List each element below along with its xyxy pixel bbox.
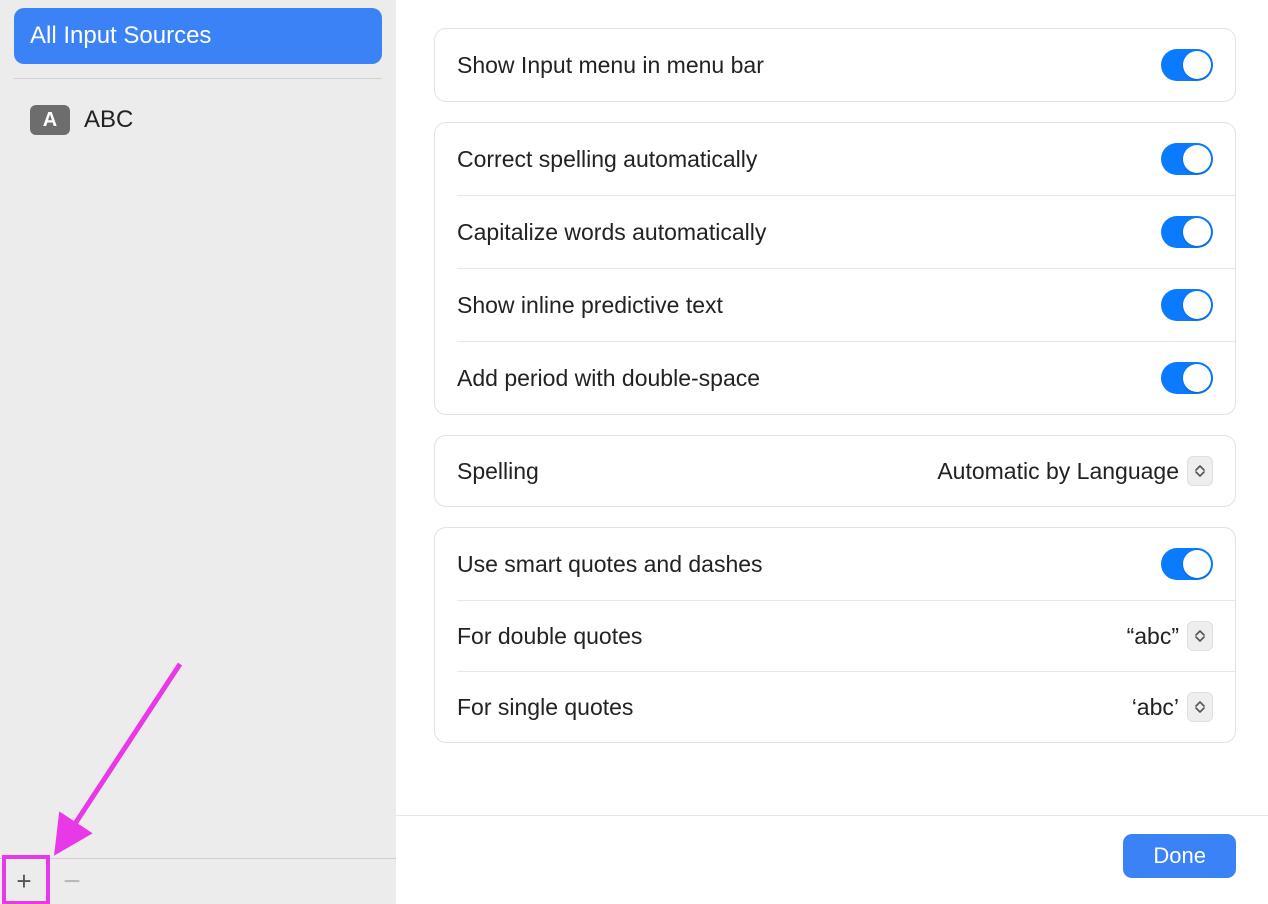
settings-row-label: Spelling	[457, 458, 937, 485]
updown-icon[interactable]	[1187, 456, 1213, 486]
updown-icon[interactable]	[1187, 621, 1213, 651]
settings-row-label: For double quotes	[457, 623, 1127, 650]
select-value: “abc”	[1127, 623, 1179, 650]
settings-group: Show Input menu in menu bar	[434, 28, 1236, 102]
settings-group: SpellingAutomatic by Language	[434, 435, 1236, 507]
toggle-switch[interactable]	[1161, 548, 1213, 580]
settings-row-label: For single quotes	[457, 694, 1132, 721]
plus-icon: +	[16, 866, 31, 897]
toggle-switch[interactable]	[1161, 362, 1213, 394]
settings-group: Correct spelling automatically Capitalize…	[434, 122, 1236, 415]
sidebar-item-label: All Input Sources	[30, 22, 211, 49]
toggle-switch[interactable]	[1161, 49, 1213, 81]
select-value: Automatic by Language	[937, 458, 1179, 485]
add-input-source-button[interactable]: +	[0, 859, 48, 904]
settings-row-value[interactable]: ‘abc’	[1132, 692, 1213, 722]
minus-icon: −	[63, 865, 81, 899]
settings-row: Capitalize words automatically	[457, 195, 1235, 268]
footer: Done	[396, 815, 1268, 904]
sidebar-item-all-input-sources[interactable]: All Input Sources	[14, 8, 382, 64]
settings-row: For double quotes“abc”	[457, 600, 1235, 671]
input-source-badge-icon: A	[30, 105, 70, 135]
settings-row: SpellingAutomatic by Language	[435, 436, 1235, 506]
settings-row: For single quotes‘abc’	[457, 671, 1235, 742]
settings-row: Show Input menu in menu bar	[435, 29, 1235, 101]
settings-row: Correct spelling automatically	[435, 123, 1235, 195]
settings-row-value[interactable]: Automatic by Language	[937, 456, 1213, 486]
sidebar: All Input Sources A ABC +	[0, 0, 396, 904]
sidebar-source-item[interactable]: A ABC	[14, 79, 382, 145]
settings-row-value[interactable]: “abc”	[1127, 621, 1213, 651]
annotation-arrow	[40, 654, 200, 864]
updown-icon[interactable]	[1187, 692, 1213, 722]
input-source-label: ABC	[84, 106, 133, 134]
toggle-switch[interactable]	[1161, 216, 1213, 248]
select-value: ‘abc’	[1132, 694, 1179, 721]
toggle-switch[interactable]	[1161, 289, 1213, 321]
settings-row-label: Show Input menu in menu bar	[457, 52, 1161, 79]
settings-row: Show inline predictive text	[457, 268, 1235, 341]
settings-row-label: Capitalize words automatically	[457, 219, 1161, 246]
toggle-switch[interactable]	[1161, 143, 1213, 175]
settings-row-label: Add period with double-space	[457, 365, 1161, 392]
settings-row-label: Show inline predictive text	[457, 292, 1161, 319]
sidebar-bottom-toolbar: + −	[0, 858, 396, 904]
done-button[interactable]: Done	[1123, 834, 1236, 878]
main-panel: Show Input menu in menu bar Correct spell…	[396, 0, 1268, 904]
settings-group: Use smart quotes and dashes For double qu…	[434, 527, 1236, 743]
settings-row-label: Use smart quotes and dashes	[457, 551, 1161, 578]
settings-row-label: Correct spelling automatically	[457, 146, 1161, 173]
settings-row: Add period with double-space	[457, 341, 1235, 414]
remove-input-source-button: −	[48, 859, 96, 904]
settings-row: Use smart quotes and dashes	[435, 528, 1235, 600]
